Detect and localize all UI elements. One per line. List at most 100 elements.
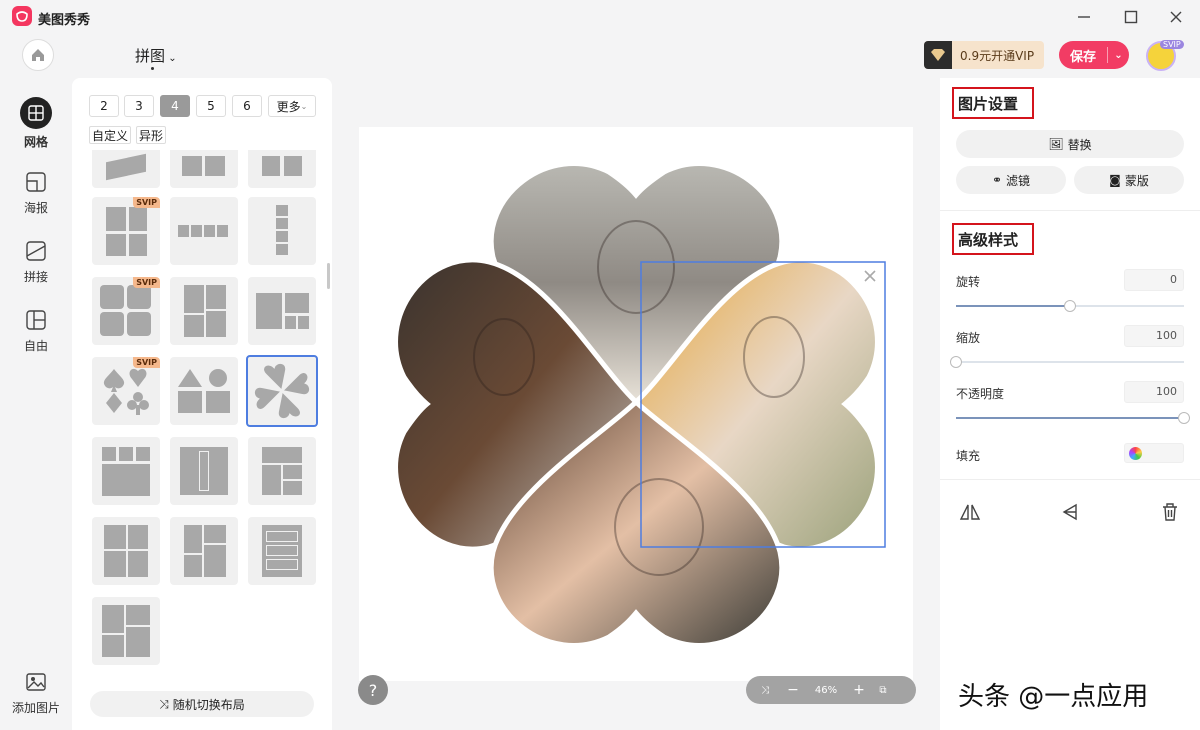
tag-irregular[interactable]: 异形 [136, 126, 167, 144]
layout-thumbnail[interactable] [248, 150, 316, 188]
layout-thumbnail[interactable] [248, 197, 316, 265]
svip-tag: SVIP [133, 197, 160, 208]
add-image-icon [23, 669, 49, 695]
scale-input[interactable]: 100 [1124, 325, 1184, 347]
save-label: 保存 [1069, 49, 1096, 65]
layout-thumbnail[interactable] [170, 437, 238, 505]
vip-promo-label: 0.9元开通VIP [960, 48, 1035, 63]
nav-item-stitch[interactable]: 拼接 [0, 238, 72, 285]
stitch-icon [23, 238, 49, 264]
replace-button[interactable]: 🖼 替换 [956, 130, 1184, 158]
more-counts-button[interactable]: 更多 ⌄ [268, 95, 316, 117]
zoom-in-icon[interactable]: + [850, 682, 868, 698]
mode-dropdown[interactable]: 拼图 ⌄ [135, 45, 177, 66]
opacity-input[interactable]: 100 [1124, 381, 1184, 403]
nav-item-free[interactable]: 自由 [0, 307, 72, 354]
count-button-6[interactable]: 6 [232, 95, 262, 117]
count-button-5[interactable]: 5 [196, 95, 226, 117]
layout-thumbnail[interactable] [248, 517, 316, 585]
image-icon: 🖼 [1048, 137, 1064, 151]
save-button[interactable]: 保存 ⌄ [1059, 41, 1129, 69]
layout-scrollbar[interactable] [327, 263, 330, 289]
tag-custom[interactable]: 自定义 [89, 126, 132, 144]
clover-collage [393, 161, 886, 648]
rotate-label: 旋转 [956, 275, 981, 289]
scale-label: 缩放 [956, 331, 981, 345]
shuffle-icon: ⤨ [159, 696, 169, 711]
layout-thumbnail[interactable] [170, 150, 238, 188]
watermark-text: 头条 @一点应用 [958, 682, 1149, 712]
layout-thumbnail[interactable] [248, 277, 316, 345]
delete-icon[interactable] [1158, 500, 1182, 524]
layout-thumbnail[interactable]: SVIP [92, 357, 160, 425]
rotate-slider[interactable] [956, 300, 1184, 312]
layout-thumbnail[interactable] [248, 437, 316, 505]
app-title: 美图秀秀 [38, 13, 91, 28]
nav-label-stitch: 拼接 [23, 270, 48, 284]
collage-canvas[interactable] [359, 127, 913, 681]
help-button[interactable]: ? [358, 675, 388, 705]
count-button-3[interactable]: 3 [124, 95, 154, 117]
layout-thumbnail[interactable] [170, 277, 238, 345]
advanced-style-title: 高级样式 [952, 223, 1034, 255]
vip-promo-button[interactable]: 0.9元开通VIP [924, 41, 1044, 69]
scale-slider-knob[interactable] [950, 356, 962, 368]
nav-item-grid[interactable]: 网格 [0, 97, 72, 150]
layout-thumbnail[interactable] [170, 357, 238, 425]
poster-icon [23, 169, 49, 195]
fill-label: 填充 [956, 449, 981, 463]
layout-thumbnail[interactable] [92, 150, 160, 188]
fill-color-picker[interactable] [1124, 443, 1184, 463]
zoom-out-icon[interactable]: − [784, 682, 802, 698]
layout-thumbnail-selected[interactable] [246, 355, 318, 427]
opacity-slider-fill [956, 417, 1184, 419]
mode-title-label: 拼图 [135, 47, 166, 65]
home-button[interactable] [22, 39, 54, 71]
random-layout-button[interactable]: ⤨ 随机切换布局 [90, 691, 314, 717]
close-icon[interactable] [1165, 6, 1187, 28]
minimize-icon[interactable] [1073, 6, 1095, 28]
chevron-down-icon: ⌄ [165, 53, 177, 64]
layout-thumbnail[interactable] [92, 517, 160, 585]
add-image-button[interactable]: 添加图片 [0, 669, 72, 716]
color-wheel-icon [1129, 447, 1142, 460]
fit-screen-icon[interactable]: ⧉ [868, 685, 898, 696]
free-layout-icon [23, 307, 49, 333]
clover-shape-icon [252, 361, 312, 421]
mode-indicator-dot [151, 67, 154, 70]
count-button-2[interactable]: 2 [89, 95, 119, 117]
panel-divider [940, 479, 1200, 480]
svip-tag: SVIP [133, 357, 160, 368]
flip-vertical-icon[interactable] [1058, 500, 1082, 524]
layout-thumbnail[interactable] [92, 437, 160, 505]
home-icon [32, 49, 44, 61]
mask-icon: ◙ [1109, 173, 1121, 187]
svip-tag: SVIP [133, 277, 160, 288]
nav-label-free: 自由 [23, 339, 48, 353]
layout-thumbnail[interactable]: SVIP [92, 197, 160, 265]
opacity-slider-knob[interactable] [1178, 412, 1190, 424]
layout-thumbnail[interactable] [170, 517, 238, 585]
vip-diamond-icon [924, 41, 952, 69]
maximize-icon[interactable] [1120, 6, 1142, 28]
shapes-icon [178, 369, 230, 413]
mask-button[interactable]: ◙ 蒙版 [1074, 166, 1184, 194]
layout-thumbnail[interactable] [92, 597, 160, 665]
layout-thumbnail[interactable] [170, 197, 238, 265]
layout-thumbnail-grid: SVIP SVIP SVIP [72, 150, 324, 670]
svip-badge: SVIP [1160, 40, 1184, 49]
scale-slider[interactable] [950, 356, 1184, 368]
rotate-input[interactable]: 0 [1124, 269, 1184, 291]
random-layout-label: 随机切换布局 [172, 697, 245, 712]
shuffle-icon[interactable]: ⤨ [746, 685, 784, 696]
nav-item-poster[interactable]: 海报 [0, 169, 72, 216]
opacity-slider[interactable] [956, 412, 1190, 424]
flip-horizontal-icon[interactable] [958, 500, 982, 524]
filter-button[interactable]: ⚭ 滤镜 [956, 166, 1066, 194]
count-button-4[interactable]: 4 [160, 95, 190, 117]
layout-thumbnail[interactable]: SVIP [92, 277, 160, 345]
more-label: 更多 [276, 99, 301, 114]
save-options-chevron-icon[interactable]: ⌄ [1108, 50, 1129, 61]
rotate-slider-knob[interactable] [1064, 300, 1076, 312]
replace-label: 替换 [1067, 137, 1092, 152]
